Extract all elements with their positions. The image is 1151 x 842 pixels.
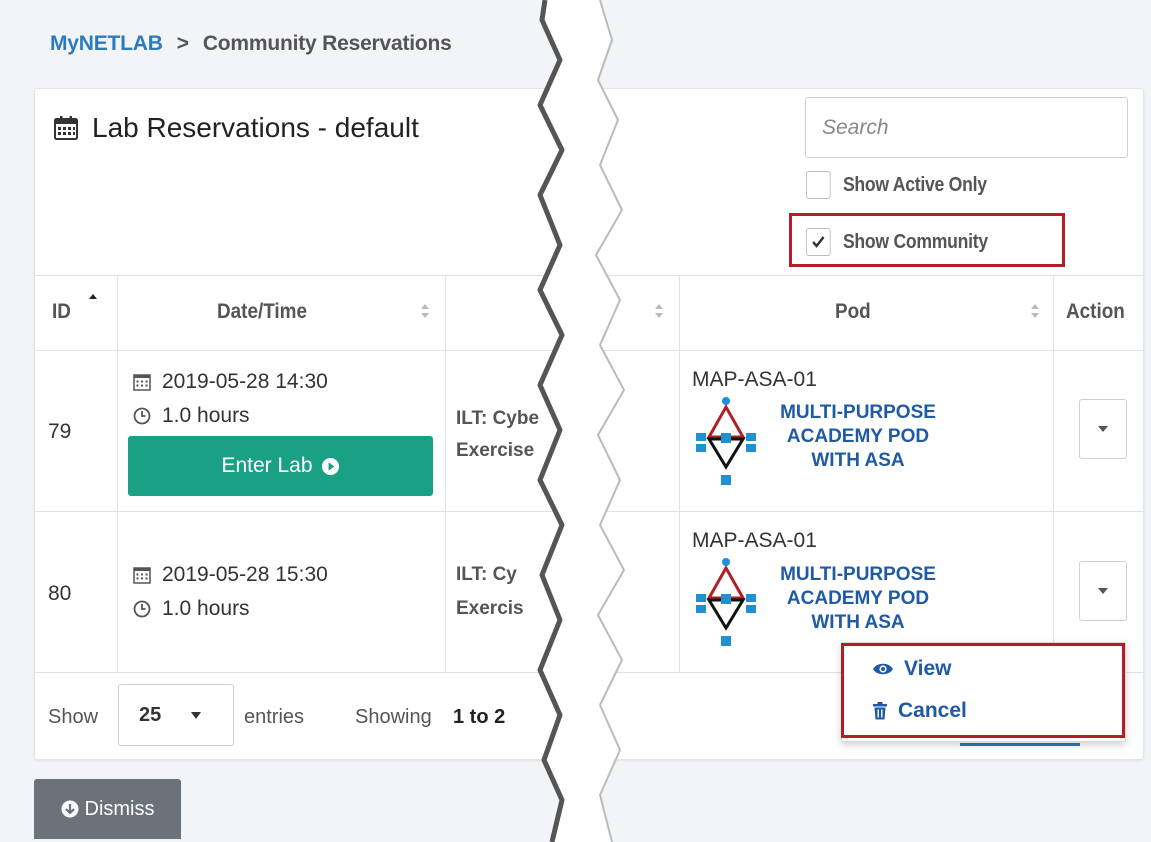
- sort-both-icon[interactable]: [654, 303, 664, 319]
- table-info-range: 1 to 2: [453, 706, 506, 728]
- reservation-date-text: 2019-05-28 14:30: [162, 370, 328, 393]
- column-divider: [117, 275, 118, 672]
- sort-both-icon[interactable]: [420, 303, 430, 319]
- show-active-only-checkbox[interactable]: [806, 171, 831, 199]
- pod-name: MULTI-PURPOSE ACADEMY POD WITH ASA: [768, 401, 948, 473]
- breadcrumb: MyNETLAB > Community Reservations: [50, 32, 452, 56]
- row-action-dropdown-button[interactable]: [1079, 399, 1127, 459]
- column-header-datetime[interactable]: Date/Time: [217, 300, 307, 324]
- length-label-show: Show: [48, 706, 99, 728]
- caret-down-icon: [1098, 588, 1108, 594]
- row-id: 79: [48, 420, 72, 443]
- breadcrumb-current: Community Reservations: [202, 32, 452, 55]
- reservation-duration: 1.0 hours: [132, 597, 250, 621]
- dismiss-label: Dismiss: [84, 797, 155, 820]
- arrow-circle-down-icon: [61, 800, 78, 818]
- table-row-border: [34, 511, 1144, 512]
- reservation-duration: 1.0 hours: [132, 404, 250, 428]
- exercise-name-line2: Exercis: [456, 598, 524, 619]
- column-divider: [1053, 275, 1054, 672]
- dismiss-button[interactable]: Dismiss: [34, 779, 181, 839]
- column-header-action: Action: [1066, 300, 1125, 323]
- reservation-duration-text: 1.0 hours: [162, 404, 250, 427]
- calendar-icon: [133, 567, 151, 584]
- pod-name-line: WITH ASA: [811, 450, 905, 471]
- exercise-name: ILT: Cy: [456, 564, 517, 585]
- enter-lab-button[interactable]: Enter Lab: [128, 436, 433, 496]
- enter-lab-label: Enter Lab: [221, 454, 313, 477]
- caret-down-icon: [1098, 426, 1108, 432]
- play-circle-icon: [321, 457, 339, 475]
- column-divider: [679, 275, 680, 672]
- pod-code: MAP-ASA-01: [692, 368, 817, 391]
- highlight-action-menu: [841, 643, 1125, 738]
- pod-topology-icon: [696, 558, 756, 646]
- search-input[interactable]: [805, 97, 1128, 158]
- calendar-icon: [54, 116, 78, 140]
- row-action-dropdown-button[interactable]: [1079, 561, 1127, 621]
- pod-name-line: WITH ASA: [811, 612, 905, 633]
- calendar-icon: [133, 374, 151, 391]
- table-top-border: [34, 275, 1144, 276]
- breadcrumb-home-link[interactable]: MyNETLAB: [50, 32, 163, 55]
- exercise-name-line2: Exercise: [456, 440, 535, 461]
- table-header-border: [34, 350, 1144, 351]
- column-header-id[interactable]: ID: [52, 300, 71, 324]
- entries-per-page-select[interactable]: 25: [118, 684, 234, 746]
- pod-name-line: MULTI-PURPOSE: [780, 564, 936, 585]
- column-divider: [445, 275, 446, 672]
- row-id: 80: [48, 582, 72, 605]
- clock-icon: [133, 407, 151, 425]
- pod-name: MULTI-PURPOSE ACADEMY POD WITH ASA: [768, 563, 948, 635]
- clock-icon: [133, 600, 151, 618]
- page-title: Lab Reservations - default: [52, 112, 419, 144]
- screenshot-stage: MyNETLAB > Community Reservations Lab Rese…: [0, 0, 1151, 842]
- pod-name-line: MULTI-PURPOSE: [780, 402, 936, 423]
- show-active-only-filter[interactable]: Show Active Only: [806, 171, 987, 199]
- show-active-only-label: Show Active Only: [842, 173, 987, 196]
- pod-name-line: ACADEMY POD: [786, 426, 930, 447]
- column-header-pod[interactable]: Pod: [835, 300, 871, 324]
- sort-both-icon[interactable]: [1030, 303, 1040, 319]
- reservation-duration-text: 1.0 hours: [162, 597, 250, 620]
- reservation-date: 2019-05-28 15:30: [132, 563, 328, 587]
- sort-ascending-icon[interactable]: [88, 292, 98, 308]
- length-label-entries: entries: [244, 706, 305, 728]
- reservation-date-text: 2019-05-28 15:30: [162, 563, 328, 586]
- page-title-text: Lab Reservations - default: [92, 112, 419, 143]
- pod-name-line: ACADEMY POD: [786, 588, 930, 609]
- caret-down-icon: [191, 711, 202, 719]
- reservation-date: 2019-05-28 14:30: [132, 370, 328, 394]
- breadcrumb-separator: >: [176, 32, 189, 55]
- pod-code: MAP-ASA-01: [692, 529, 817, 552]
- highlight-show-community: [789, 213, 1065, 267]
- exercise-name: ILT: Cybe: [456, 408, 540, 429]
- table-info-showing: Showing: [355, 706, 432, 728]
- pod-topology-icon: [696, 397, 756, 485]
- entries-per-page-value: 25: [139, 703, 162, 726]
